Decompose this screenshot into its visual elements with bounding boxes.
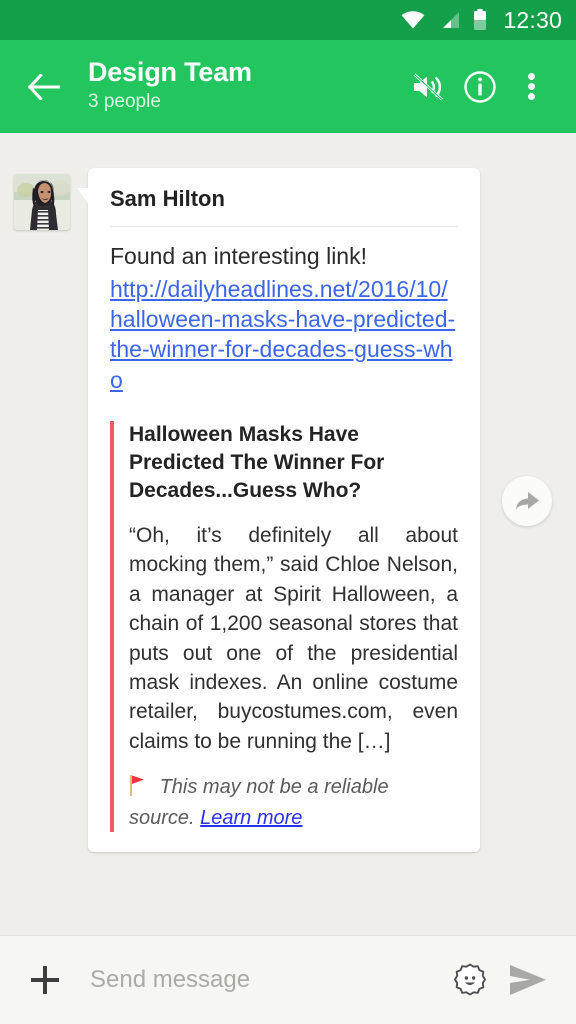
app-bar-actions — [402, 61, 558, 113]
overflow-dot — [528, 83, 535, 90]
status-bar-clock: 12:30 — [503, 6, 562, 33]
message-link[interactable]: http://dailyheadlines.net/2016/10/hallow… — [110, 274, 458, 395]
status-bar: 12:30 — [0, 0, 576, 40]
sticker-smiley-icon — [454, 963, 486, 996]
forward-icon — [516, 492, 539, 510]
link-preview-title: Halloween Masks Have Predicted The Winne… — [129, 423, 385, 503]
sticker-button[interactable] — [444, 954, 496, 1006]
info-icon[interactable] — [454, 61, 506, 113]
add-attachment-button[interactable] — [22, 957, 68, 1003]
wifi-icon — [401, 11, 425, 29]
cellular-signal-icon — [438, 11, 460, 29]
unreliable-source-warning: This may not be a reliable source. Learn… — [129, 774, 458, 832]
message-list[interactable]: Sam Hilton Found an interesting link! ht… — [0, 133, 576, 935]
back-button[interactable] — [22, 65, 66, 109]
app-bar: Design Team 3 people — [0, 40, 576, 133]
avatar[interactable] — [14, 174, 70, 230]
mute-icon[interactable] — [402, 61, 454, 113]
message-row: Sam Hilton Found an interesting link! ht… — [0, 168, 576, 853]
participants-count: 3 people — [88, 91, 161, 113]
send-icon — [510, 965, 546, 995]
red-flag-icon — [129, 774, 146, 805]
message-bubble[interactable]: Sam Hilton Found an interesting link! ht… — [77, 168, 480, 853]
battery-icon — [473, 9, 487, 31]
link-preview-snippet: “Oh, it’s definitely all about mocking t… — [129, 523, 458, 753]
page-title: Design Team — [88, 57, 252, 88]
overflow-menu-icon[interactable] — [506, 61, 558, 113]
link-preview-card[interactable]: Halloween Masks Have Predicted The Winne… — [110, 421, 458, 833]
send-message-input[interactable] — [90, 966, 438, 994]
conversation-title-block[interactable]: Design Team 3 people — [88, 57, 402, 115]
plus-icon — [31, 966, 59, 994]
sender-divider — [110, 226, 458, 228]
message-text: Found an interesting link! — [110, 243, 367, 270]
message-sender-name: Sam Hilton — [110, 186, 225, 211]
forward-button[interactable] — [502, 476, 552, 526]
overflow-dot — [528, 73, 535, 80]
overflow-dot — [528, 93, 535, 100]
send-button[interactable] — [502, 954, 554, 1006]
chat-screen: 12:30 Design Team 3 people Sam Hilton Fo… — [0, 0, 576, 1024]
learn-more-link[interactable]: Learn more — [200, 807, 302, 829]
message-composer — [0, 935, 576, 1024]
